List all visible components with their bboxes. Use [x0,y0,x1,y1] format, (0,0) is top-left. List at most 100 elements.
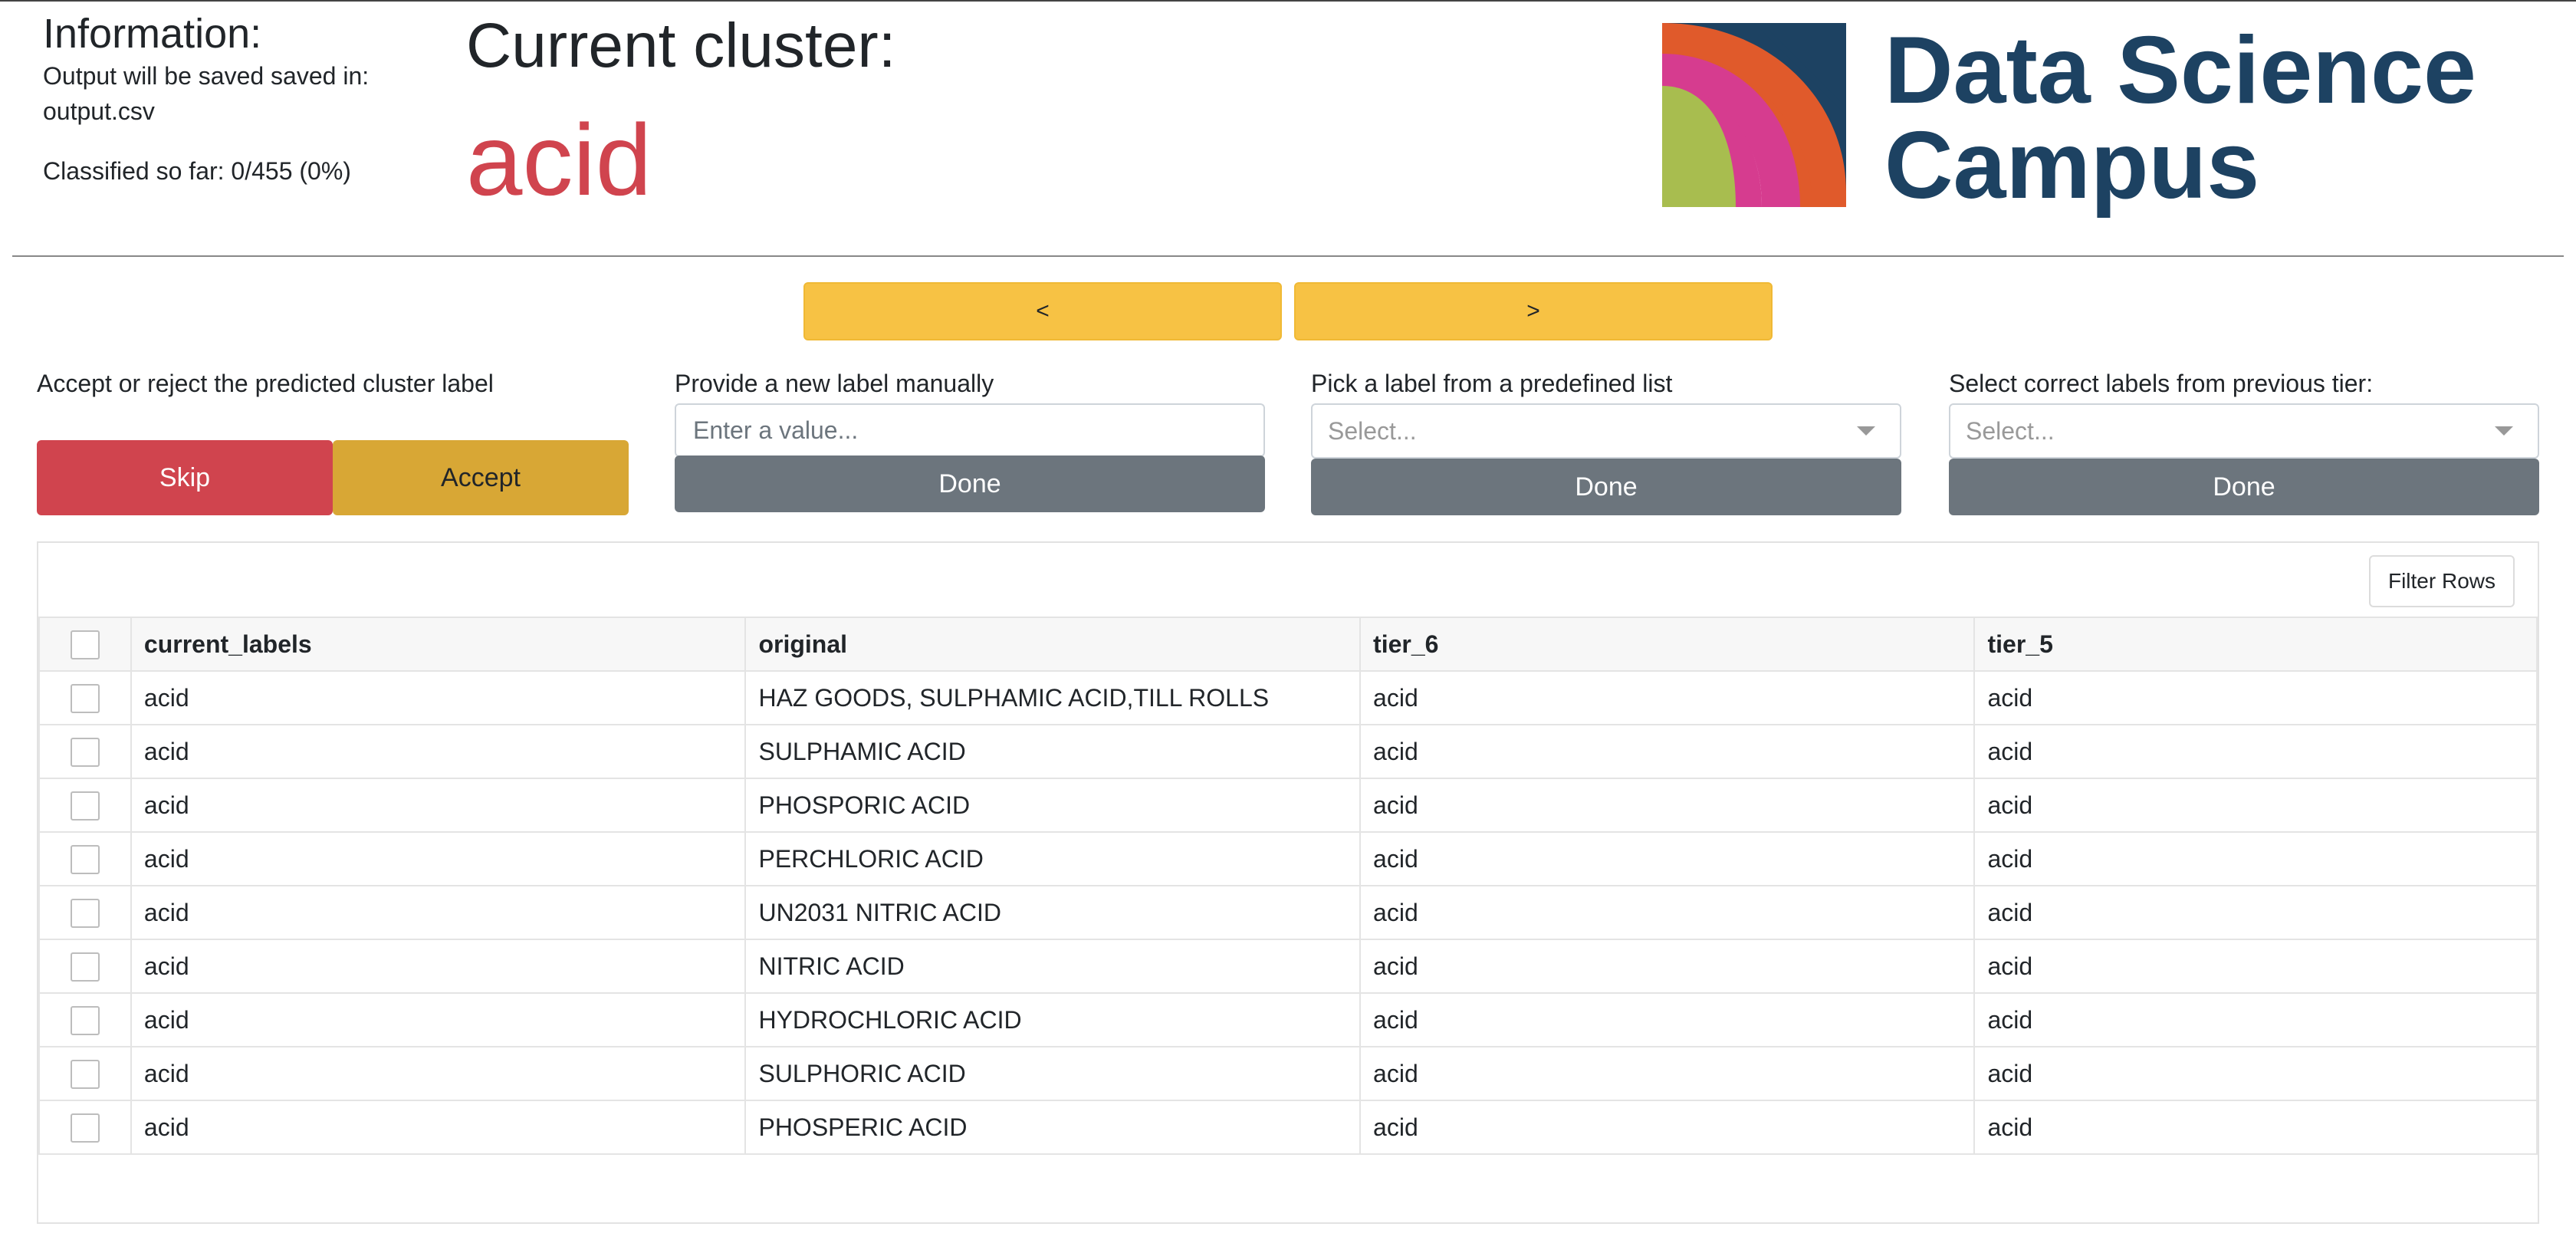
top-border [0,0,2576,2]
row-checkbox[interactable] [70,791,100,821]
table-cell: acid [1973,939,2538,994]
next-button[interactable]: > [1294,282,1773,340]
accept-button[interactable]: Accept [333,440,629,515]
predefined-select-placeholder: Select... [1328,416,1417,445]
row-select-cell [38,724,132,779]
row-checkbox[interactable] [70,952,100,982]
row-select-cell [38,1046,132,1101]
table-cell: HAZ GOODS, SULPHAMIC ACID,TILL ROLLS [744,670,1362,725]
cluster-name: acid [466,104,652,216]
cluster-panel: Current cluster: acid [466,8,896,218]
row-select-cell [38,1100,132,1155]
table-row[interactable]: acid NITRIC ACID acid acid [38,939,2538,994]
table-body: acid HAZ GOODS, SULPHAMIC ACID,TILL ROLLS… [38,670,2538,1155]
table-cell: NITRIC ACID [744,939,1362,994]
data-science-campus-logo: Data Science Campus [1662,23,2476,230]
row-checkbox[interactable] [70,1005,100,1035]
table-cell: SULPHORIC ACID [744,1046,1362,1101]
table-cell: SULPHAMIC ACID [744,724,1362,779]
logo-line-2: Campus [1884,113,2260,219]
chevron-down-icon [1857,426,1875,436]
skip-button[interactable]: Skip [37,440,333,515]
row-select-cell [38,939,132,994]
manual-label: Provide a new label manually [675,370,994,397]
row-select-cell [38,885,132,940]
previous-button[interactable]: < [803,282,1282,340]
row-checkbox[interactable] [70,898,100,928]
chevron-down-icon [2495,426,2513,436]
table-row[interactable]: acid UN2031 NITRIC ACID acid acid [38,885,2538,940]
progress-text: Classified so far: 0/455 (0%) [43,157,351,185]
row-checkbox[interactable] [70,1059,100,1089]
previous-tier-done-button[interactable]: Done [1949,459,2539,515]
column-header[interactable]: original [744,617,1362,672]
previous-tier-select-placeholder: Select... [1966,416,2055,445]
table-cell: acid [130,670,747,725]
row-checkbox[interactable] [70,683,100,713]
data-table-panel: Filter Rows current_labels original tier… [37,541,2539,1224]
cluster-heading: Current cluster: [466,11,896,81]
table-cell: acid [1973,885,2538,940]
table-cell: HYDROCHLORIC ACID [744,992,1362,1047]
data-table: current_labels original tier_6 tier_5 ac… [38,617,2538,1155]
column-header[interactable]: current_labels [130,617,747,672]
table-cell: UN2031 NITRIC ACID [744,885,1362,940]
table-row[interactable]: acid PHOSPERIC ACID acid acid [38,1100,2538,1155]
table-row[interactable]: acid SULPHORIC ACID acid acid [38,1046,2538,1101]
table-header-row: current_labels original tier_6 tier_5 [38,617,2538,672]
select-all-cell [38,617,132,672]
table-cell: acid [1359,831,1976,886]
output-prefix: Output will be saved saved in: [43,62,370,90]
table-cell: acid [130,724,747,779]
previous-tier-select[interactable]: Select... [1949,403,2539,459]
table-cell: acid [1359,778,1976,833]
table-row[interactable]: acid PHOSPORIC ACID acid acid [38,778,2538,833]
table-row[interactable]: acid PERCHLORIC ACID acid acid [38,831,2538,886]
info-heading: Information: [43,11,262,57]
table-cell: acid [1359,1046,1976,1101]
table-cell: acid [130,1046,747,1101]
manual-label-input[interactable] [675,403,1265,457]
table-cell: PERCHLORIC ACID [744,831,1362,886]
logo-text: Data Science Campus [1884,23,2476,213]
column-header[interactable]: tier_6 [1359,617,1976,672]
row-checkbox[interactable] [70,737,100,767]
previous-tier-label: Select correct labels from previous tier… [1949,370,2374,397]
table-cell: acid [1359,992,1976,1047]
table-cell: acid [130,1100,747,1155]
row-select-cell [38,831,132,886]
table-row[interactable]: acid HYDROCHLORIC ACID acid acid [38,992,2538,1047]
column-header[interactable]: tier_5 [1973,617,2538,672]
predefined-done-button[interactable]: Done [1311,459,1901,515]
predefined-label: Pick a label from a predefined list [1311,370,1673,397]
table-cell: acid [1359,670,1976,725]
select-all-checkbox[interactable] [70,630,100,659]
row-checkbox[interactable] [70,1113,100,1143]
manual-done-button[interactable]: Done [675,455,1265,512]
output-file: output.csv [43,97,155,125]
table-cell: acid [130,939,747,994]
table-cell: PHOSPORIC ACID [744,778,1362,833]
table-cell: acid [130,831,747,886]
row-checkbox[interactable] [70,844,100,874]
predefined-select[interactable]: Select... [1311,403,1901,459]
table-cell: PHOSPERIC ACID [744,1100,1362,1155]
table-cell: acid [1359,1100,1976,1155]
logo-mark-icon [1662,23,1846,207]
table-row[interactable]: acid SULPHAMIC ACID acid acid [38,724,2538,779]
header-divider [12,255,2564,257]
table-cell: acid [1973,670,2538,725]
table-cell: acid [130,885,747,940]
table-cell: acid [1973,1046,2538,1101]
filter-rows-button[interactable]: Filter Rows [2369,555,2515,607]
table-cell: acid [1973,724,2538,779]
accept-reject-label: Accept or reject the predicted cluster l… [37,370,494,397]
table-cell: acid [1359,939,1976,994]
info-panel: Information: Output will be saved saved … [43,9,442,189]
table-cell: acid [1973,992,2538,1047]
table-cell: acid [130,778,747,833]
table-cell: acid [1359,724,1976,779]
row-select-cell [38,992,132,1047]
table-cell: acid [1359,885,1976,940]
table-row[interactable]: acid HAZ GOODS, SULPHAMIC ACID,TILL ROLLS… [38,670,2538,725]
